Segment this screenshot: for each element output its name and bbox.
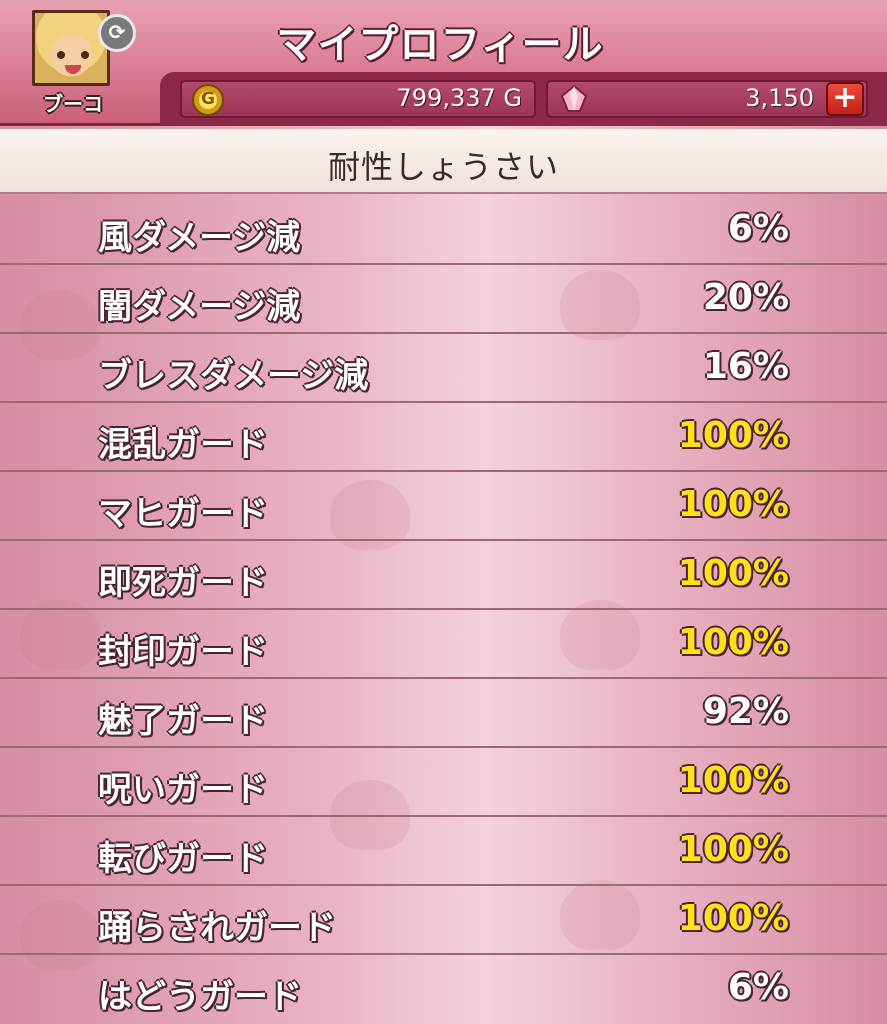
resistance-label: はどうガード	[98, 977, 302, 1017]
resistance-value: 6%	[727, 967, 789, 1008]
list-item: 闇ダメージ減 20%	[0, 265, 887, 334]
resistance-value: 100%	[677, 829, 789, 870]
gold-value: 799,337 G	[396, 84, 522, 112]
resistance-value: 92%	[702, 691, 789, 732]
resistance-value: 6%	[727, 208, 789, 249]
resistance-label: 闇ダメージ減	[98, 287, 301, 327]
resistance-value: 16%	[702, 346, 789, 387]
list-item: 踊らされガード 100%	[0, 886, 887, 955]
resistance-value: 100%	[677, 553, 789, 594]
resistance-value: 100%	[677, 622, 789, 663]
add-gems-button[interactable]: +	[826, 82, 864, 116]
resistance-value: 100%	[677, 415, 789, 456]
player-name: ブーコ	[43, 92, 103, 116]
resistance-label: 転びガード	[98, 839, 268, 879]
list-item: 風ダメージ減 6%	[0, 196, 887, 265]
resistance-value: 20%	[702, 277, 789, 318]
resistance-label: 即死ガード	[98, 563, 268, 603]
avatar-eyes	[57, 51, 89, 59]
list-item: はどうガード 6%	[0, 955, 887, 1024]
resistance-value: 100%	[677, 484, 789, 525]
resistance-label: 封印ガード	[98, 632, 268, 672]
list-item: 混乱ガード 100%	[0, 403, 887, 472]
resistance-label: 呪いガード	[98, 770, 268, 810]
resistance-label: ブレスダメージ減	[98, 356, 369, 396]
list-item: 封印ガード 100%	[0, 610, 887, 679]
gem-value: 3,150	[745, 84, 814, 112]
resistance-label: 風ダメージ減	[98, 218, 301, 258]
list-item: 呪いガード 100%	[0, 748, 887, 817]
player-avatar[interactable]	[32, 10, 110, 86]
resistance-label: 魅了ガード	[98, 701, 268, 741]
list-item: 即死ガード 100%	[0, 541, 887, 610]
list-item: ブレスダメージ減 16%	[0, 334, 887, 403]
resistance-label: 踊らされガード	[98, 908, 336, 948]
list-item: 転びガード 100%	[0, 817, 887, 886]
swap-character-icon[interactable]: ⟳	[98, 14, 136, 52]
resistance-value: 100%	[677, 898, 789, 939]
page-title: マイプロフィール	[276, 22, 604, 68]
list-item: マヒガード 100%	[0, 472, 887, 541]
gem-icon	[560, 84, 588, 112]
resistance-value: 100%	[677, 760, 789, 801]
resistance-label: 混乱ガード	[98, 425, 268, 465]
section-title: 耐性しょうさい	[327, 148, 559, 186]
resistance-label: マヒガード	[98, 494, 268, 534]
gold-coin-icon: G	[192, 84, 224, 116]
list-item: 魅了ガード 92%	[0, 679, 887, 748]
